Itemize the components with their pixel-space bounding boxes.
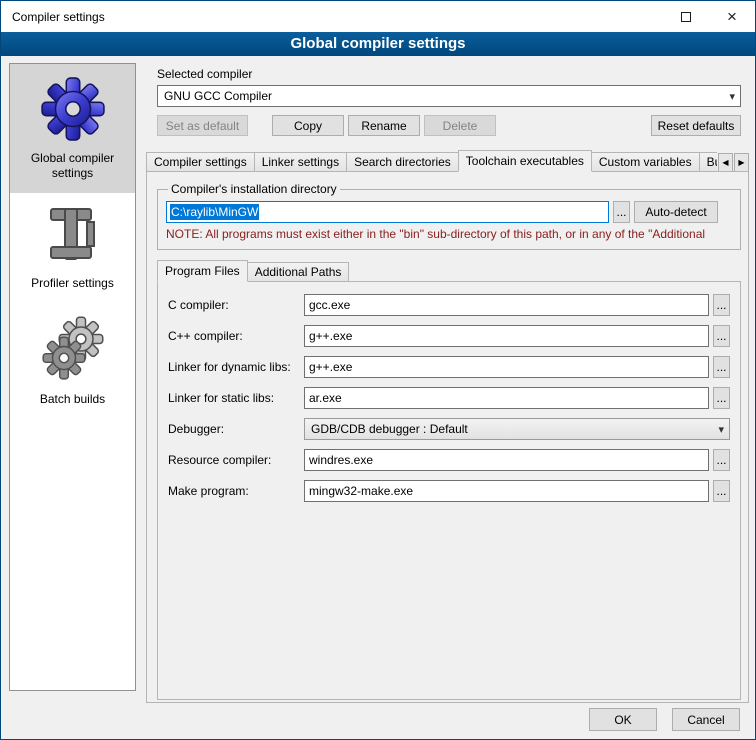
install-dir-input[interactable]: C:\raylib\MinGW (166, 201, 609, 223)
gray-gears-icon (41, 315, 105, 383)
sub-tabbar: Program FilesAdditional Paths (157, 260, 741, 282)
tab-build[interactable]: Build (699, 152, 717, 172)
toolchain-executables-page: Compiler's installation directory C:\ray… (146, 171, 749, 703)
installation-directory-label: Compiler's installation directory (168, 182, 340, 196)
tab-scroll-left-button[interactable]: ◀ (718, 153, 733, 172)
toolchain-field-row: Debugger: GDB/CDB debugger : Default ▾ (168, 418, 730, 440)
page-title: Global compiler settings (1, 32, 755, 56)
tab-custom-variables[interactable]: Custom variables (591, 152, 700, 172)
field-browse-button[interactable]: ... (713, 480, 730, 502)
delete-button[interactable]: Delete (424, 115, 496, 136)
reset-defaults-button[interactable]: Reset defaults (651, 115, 741, 136)
ok-button[interactable]: OK (589, 708, 657, 731)
field-label: Resource compiler: (168, 453, 304, 467)
sidebar-item-batch-builds[interactable]: Batch builds (10, 303, 135, 419)
field-label: C compiler: (168, 298, 304, 312)
field-label: Debugger: (168, 422, 304, 436)
main-tabbar: Compiler settingsLinker settingsSearch d… (146, 150, 749, 172)
field-combo-value: GDB/CDB debugger : Default (311, 422, 714, 436)
tab-scroll-right-button[interactable]: ▶ (734, 153, 749, 172)
chevron-down-icon: ▾ (714, 423, 724, 436)
chevron-down-icon: ▾ (725, 90, 735, 103)
selected-compiler-label: Selected compiler (157, 67, 749, 81)
field-label: Linker for static libs: (168, 391, 304, 405)
field-label: C++ compiler: (168, 329, 304, 343)
dialog-footer: OK Cancel (589, 708, 740, 731)
compiler-select-value: GNU GCC Compiler (164, 89, 725, 103)
program-files-page: C compiler: ... C++ compiler: ... Linker… (157, 281, 741, 700)
field-input[interactable] (304, 294, 709, 316)
rename-button[interactable]: Rename (348, 115, 420, 136)
main-panel: Selected compiler GNU GCC Compiler ▾ Set… (146, 61, 749, 703)
sidebar-item-label: Global compiler settings (13, 151, 132, 181)
field-input[interactable] (304, 449, 709, 471)
toolchain-field-row: C compiler: ... (168, 294, 730, 316)
toolchain-field-row: Linker for static libs: ... (168, 387, 730, 409)
installation-directory-group: Compiler's installation directory C:\ray… (157, 182, 741, 250)
field-input[interactable] (304, 387, 709, 409)
close-button[interactable]: × (709, 1, 755, 32)
subtab-program-files[interactable]: Program Files (157, 260, 248, 282)
field-label: Make program: (168, 484, 304, 498)
compiler-settings-dialog: Compiler settings × Global compiler sett… (0, 0, 756, 740)
compiler-buttons: Set as default CopyRenameDelete Reset defa… (157, 115, 741, 136)
clamp-tool-icon (45, 205, 101, 267)
set-as-default-button[interactable]: Set as default (157, 115, 248, 136)
toolchain-field-row: C++ compiler: ... (168, 325, 730, 347)
sub-tab-strip: Program FilesAdditional Paths (157, 260, 741, 282)
sidebar-item-global-compiler-settings[interactable]: Global compiler settings (10, 64, 135, 193)
field-input[interactable] (304, 480, 709, 502)
maximize-icon (681, 12, 691, 22)
scroll-left-icon: ◀ (722, 158, 728, 167)
toolchain-field-row: Resource compiler: ... (168, 449, 730, 471)
sidebar-item-label: Profiler settings (31, 276, 114, 291)
field-input[interactable] (304, 325, 709, 347)
field-browse-button[interactable]: ... (713, 449, 730, 471)
tab-linker-settings[interactable]: Linker settings (254, 152, 347, 172)
install-dir-selected-text: C:\raylib\MinGW (170, 204, 259, 220)
bin-subdirectory-note: NOTE: All programs must exist either in … (166, 227, 732, 241)
field-label: Linker for dynamic libs: (168, 360, 304, 374)
toolchain-fields: C compiler: ... C++ compiler: ... Linker… (168, 294, 730, 502)
main-tab-strip: Compiler settingsLinker settingsSearch d… (146, 150, 717, 172)
installation-directory-row: C:\raylib\MinGW ... Auto-detect (166, 201, 732, 223)
field-browse-button[interactable]: ... (713, 356, 730, 378)
compiler-select[interactable]: GNU GCC Compiler ▾ (157, 85, 741, 107)
scroll-right-icon: ▶ (738, 158, 744, 167)
copy-button[interactable]: Copy (272, 115, 344, 136)
tab-search-directories[interactable]: Search directories (346, 152, 459, 172)
settings-notebook: Compiler settingsLinker settingsSearch d… (146, 150, 749, 703)
toolchain-field-row: Make program: ... (168, 480, 730, 502)
sidebar-item-label: Batch builds (40, 392, 105, 407)
tab-toolchain-executables[interactable]: Toolchain executables (458, 150, 592, 172)
field-browse-button[interactable]: ... (713, 387, 730, 409)
blue-gear-icon (40, 76, 106, 142)
close-icon: × (727, 8, 737, 25)
titlebar: Compiler settings × (1, 1, 755, 32)
subtab-additional-paths[interactable]: Additional Paths (247, 262, 350, 282)
maximize-button[interactable] (663, 1, 709, 32)
autodetect-button[interactable]: Auto-detect (634, 201, 718, 223)
field-browse-button[interactable]: ... (713, 294, 730, 316)
settings-category-list: Global compiler settings Profiler settin… (9, 63, 136, 691)
cancel-button[interactable]: Cancel (672, 708, 740, 731)
field-input[interactable] (304, 356, 709, 378)
field-browse-button[interactable]: ... (713, 325, 730, 347)
window-title: Compiler settings (1, 1, 663, 32)
toolchain-field-row: Linker for dynamic libs: ... (168, 356, 730, 378)
program-files-notebook: Program FilesAdditional Paths C compiler… (157, 260, 741, 700)
field-combo[interactable]: GDB/CDB debugger : Default ▾ (304, 418, 730, 440)
tab-compiler-settings[interactable]: Compiler settings (146, 152, 255, 172)
install-dir-browse-button[interactable]: ... (613, 201, 630, 223)
sidebar-item-profiler-settings[interactable]: Profiler settings (10, 193, 135, 303)
